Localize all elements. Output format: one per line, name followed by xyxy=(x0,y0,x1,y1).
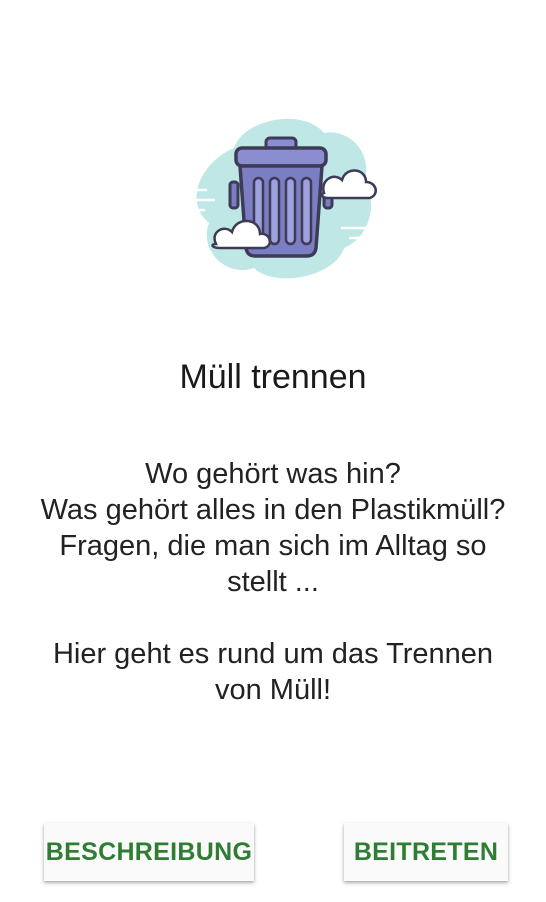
screen: Müll trennen Wo gehört was hin? Was gehö… xyxy=(0,0,546,902)
trash-can-illustration xyxy=(174,108,384,288)
page-title: Müll trennen xyxy=(179,358,367,396)
community-description: Wo gehört was hin? Was gehört alles in d… xyxy=(40,458,506,706)
join-button[interactable]: BEITRETEN xyxy=(344,823,508,881)
description-button[interactable]: BESCHREIBUNG xyxy=(44,823,254,881)
trash-can-icon xyxy=(180,118,378,279)
